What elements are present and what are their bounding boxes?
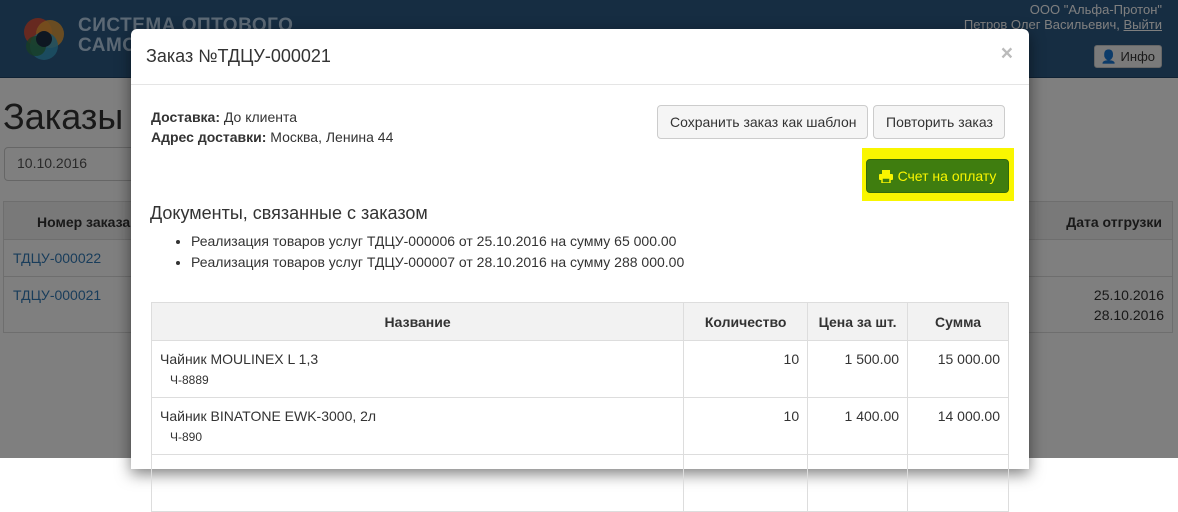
item-name-cell: Чайник BINATONE EWK-3000, 2л Ч-890: [150, 397, 685, 455]
order-modal: Заказ №ТДЦУ-000021 × Доставка: До клиент…: [131, 29, 1029, 512]
delivery-address: Адрес доставки: Москва, Ленина 44: [151, 127, 393, 147]
related-docs-list: Реализация товаров услуг ТДЦУ-000006 от …: [175, 231, 684, 273]
table-row: Чайник MOULINEX L 1,3 Ч-8889 10 1 500.00…: [150, 340, 1009, 398]
modal-header: Заказ №ТДЦУ-000021 ×: [131, 29, 1029, 85]
item-name: Чайник MOULINEX L 1,3: [160, 351, 319, 367]
print-icon: [878, 170, 893, 184]
delivery-type: Доставка: До клиента: [151, 107, 393, 127]
delivery-info: Доставка: До клиента Адрес доставки: Мос…: [151, 107, 393, 147]
item-quantity: 10: [683, 340, 809, 398]
table-row: [150, 454, 1009, 512]
item-sum: 15 000.00: [907, 340, 1009, 398]
item-name: Чайник BINATONE EWK-3000, 2л: [160, 408, 377, 424]
list-item: Реализация товаров услуг ТДЦУ-000007 от …: [191, 252, 684, 273]
item-sku: Ч-8889: [170, 373, 209, 387]
item-name-cell: Чайник MOULINEX L 1,3 Ч-8889: [150, 340, 685, 398]
invoice-button-label: Счет на оплату: [897, 168, 997, 184]
repeat-order-button[interactable]: Повторить заказ: [873, 105, 1005, 139]
modal-title: Заказ №ТДЦУ-000021: [146, 46, 331, 66]
column-price: Цена за шт.: [807, 302, 909, 341]
related-docs-title: Документы, связанные с заказом: [150, 203, 428, 223]
table-row: Чайник BINATONE EWK-3000, 2л Ч-890 10 1 …: [150, 397, 1009, 455]
list-item: Реализация товаров услуг ТДЦУ-000006 от …: [191, 231, 684, 252]
invoice-button[interactable]: Счет на оплату: [866, 159, 1009, 193]
save-as-template-button[interactable]: Сохранить заказ как шаблон: [657, 105, 868, 139]
address-value: Москва, Ленина 44: [270, 129, 394, 145]
delivery-value: До клиента: [223, 109, 298, 125]
order-items-table: Название Количество Цена за шт. Сумма Ча…: [150, 302, 1009, 512]
item-quantity: 10: [683, 397, 809, 455]
item-price: 1 500.00: [807, 340, 909, 398]
column-quantity: Количество: [683, 302, 809, 341]
close-icon[interactable]: ×: [1001, 43, 1013, 64]
delivery-label: Доставка:: [151, 109, 221, 125]
item-sku: Ч-890: [170, 430, 203, 444]
column-sum: Сумма: [907, 302, 1009, 341]
column-name: Название: [150, 302, 685, 341]
item-sum: 14 000.00: [907, 397, 1009, 455]
item-price: 1 400.00: [807, 397, 909, 455]
address-label: Адрес доставки:: [151, 129, 267, 145]
